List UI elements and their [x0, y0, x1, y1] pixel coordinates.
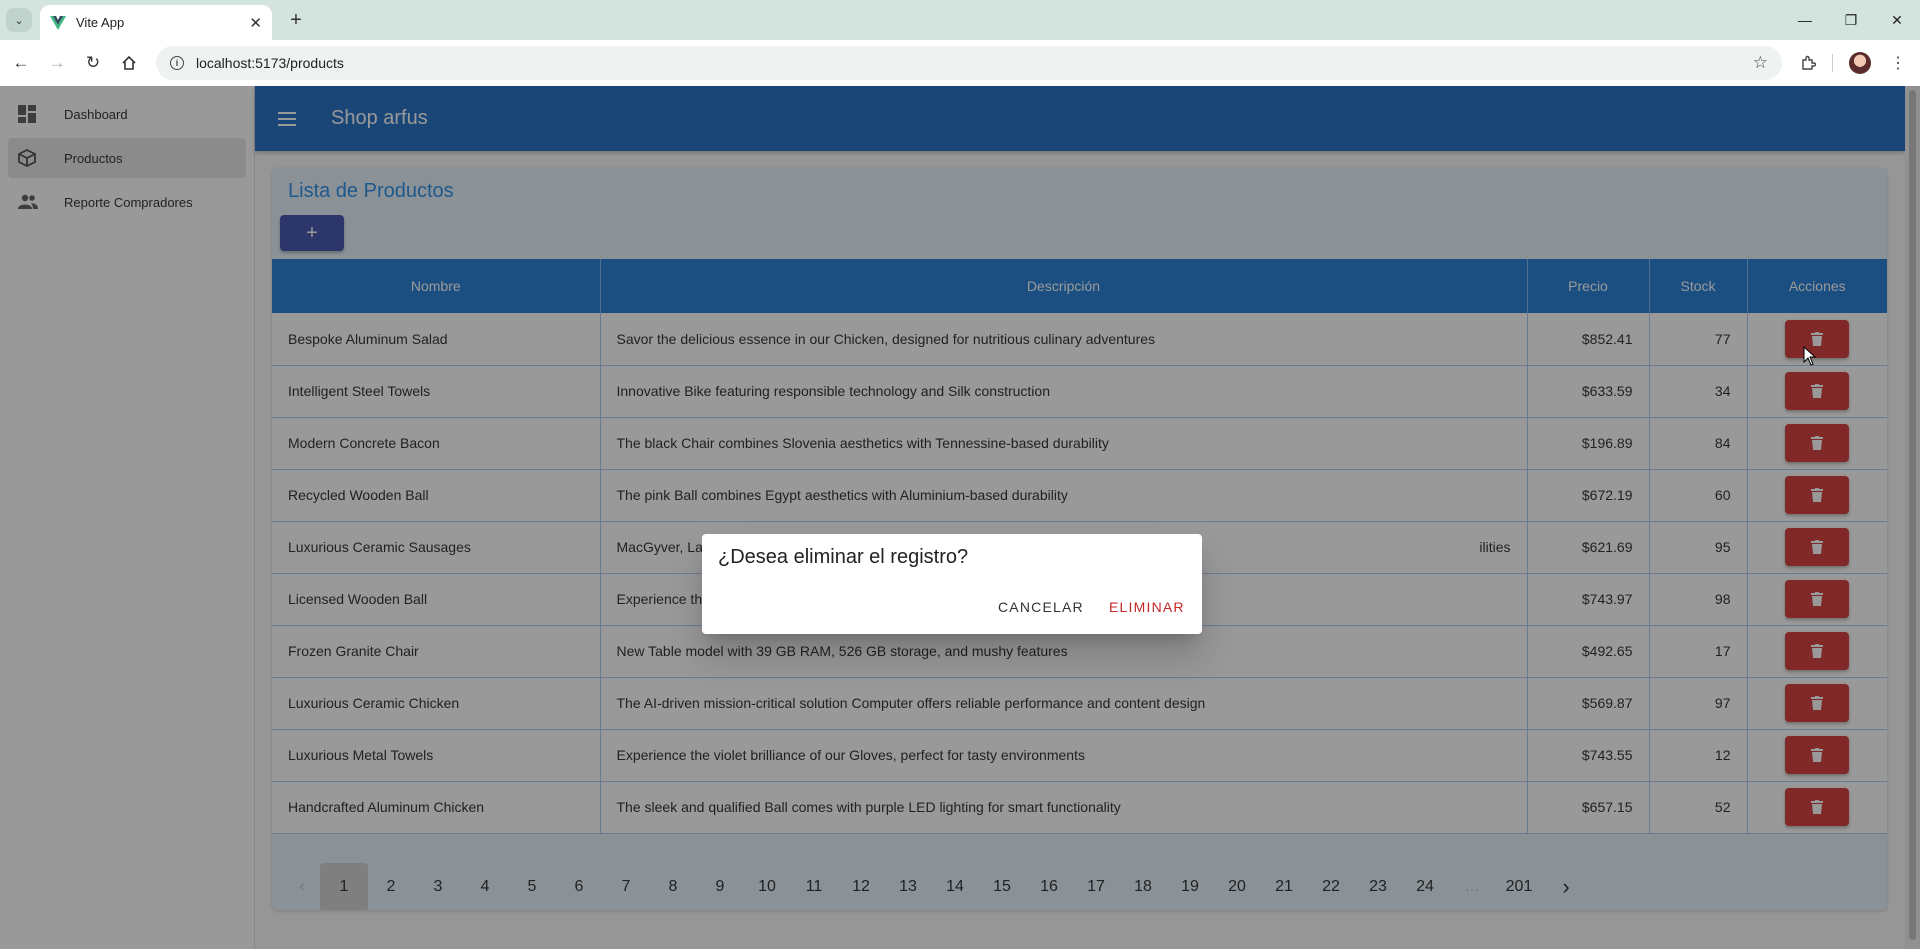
- restore-icon[interactable]: ❐: [1828, 0, 1874, 40]
- toolbar-divider: [1832, 54, 1833, 72]
- close-icon[interactable]: ✕: [249, 14, 262, 32]
- reload-icon[interactable]: ↻: [81, 51, 105, 75]
- extensions-icon[interactable]: [1796, 51, 1820, 75]
- forward-icon[interactable]: →: [45, 51, 69, 75]
- modal-overlay[interactable]: [0, 86, 1920, 949]
- tab-title: Vite App: [76, 15, 125, 30]
- new-tab-icon[interactable]: +: [284, 8, 308, 32]
- profile-avatar[interactable]: [1849, 52, 1871, 74]
- cancel-button[interactable]: CANCELAR: [990, 589, 1092, 625]
- browser-tab[interactable]: Vite App ✕: [40, 5, 272, 40]
- tab-search-icon[interactable]: ⌄: [6, 8, 32, 32]
- minimize-icon[interactable]: —: [1782, 0, 1828, 40]
- more-menu-icon[interactable]: ⋮: [1886, 51, 1910, 75]
- vue-logo-icon: [50, 15, 66, 30]
- address-bar[interactable]: i localhost:5173/products ☆: [156, 46, 1782, 80]
- mouse-cursor-icon: [1803, 346, 1817, 366]
- home-icon[interactable]: [117, 51, 141, 75]
- window-close-icon[interactable]: ✕: [1874, 0, 1920, 40]
- site-info-icon[interactable]: i: [170, 56, 184, 70]
- back-icon[interactable]: ←: [9, 51, 33, 75]
- browser-toolbar: ← → ↻ i localhost:5173/products ☆ ⋮: [0, 40, 1920, 86]
- browser-tab-strip: ⌄ Vite App ✕ + — ❐ ✕: [0, 0, 1920, 40]
- dialog-title: ¿Desea eliminar el registro?: [718, 546, 969, 568]
- confirm-delete-dialog: ¿Desea eliminar el registro? CANCELAR EL…: [702, 534, 1202, 634]
- url-text: localhost:5173/products: [196, 55, 344, 71]
- bookmark-star-icon[interactable]: ☆: [1753, 53, 1768, 73]
- confirm-delete-button[interactable]: ELIMINAR: [1101, 589, 1193, 625]
